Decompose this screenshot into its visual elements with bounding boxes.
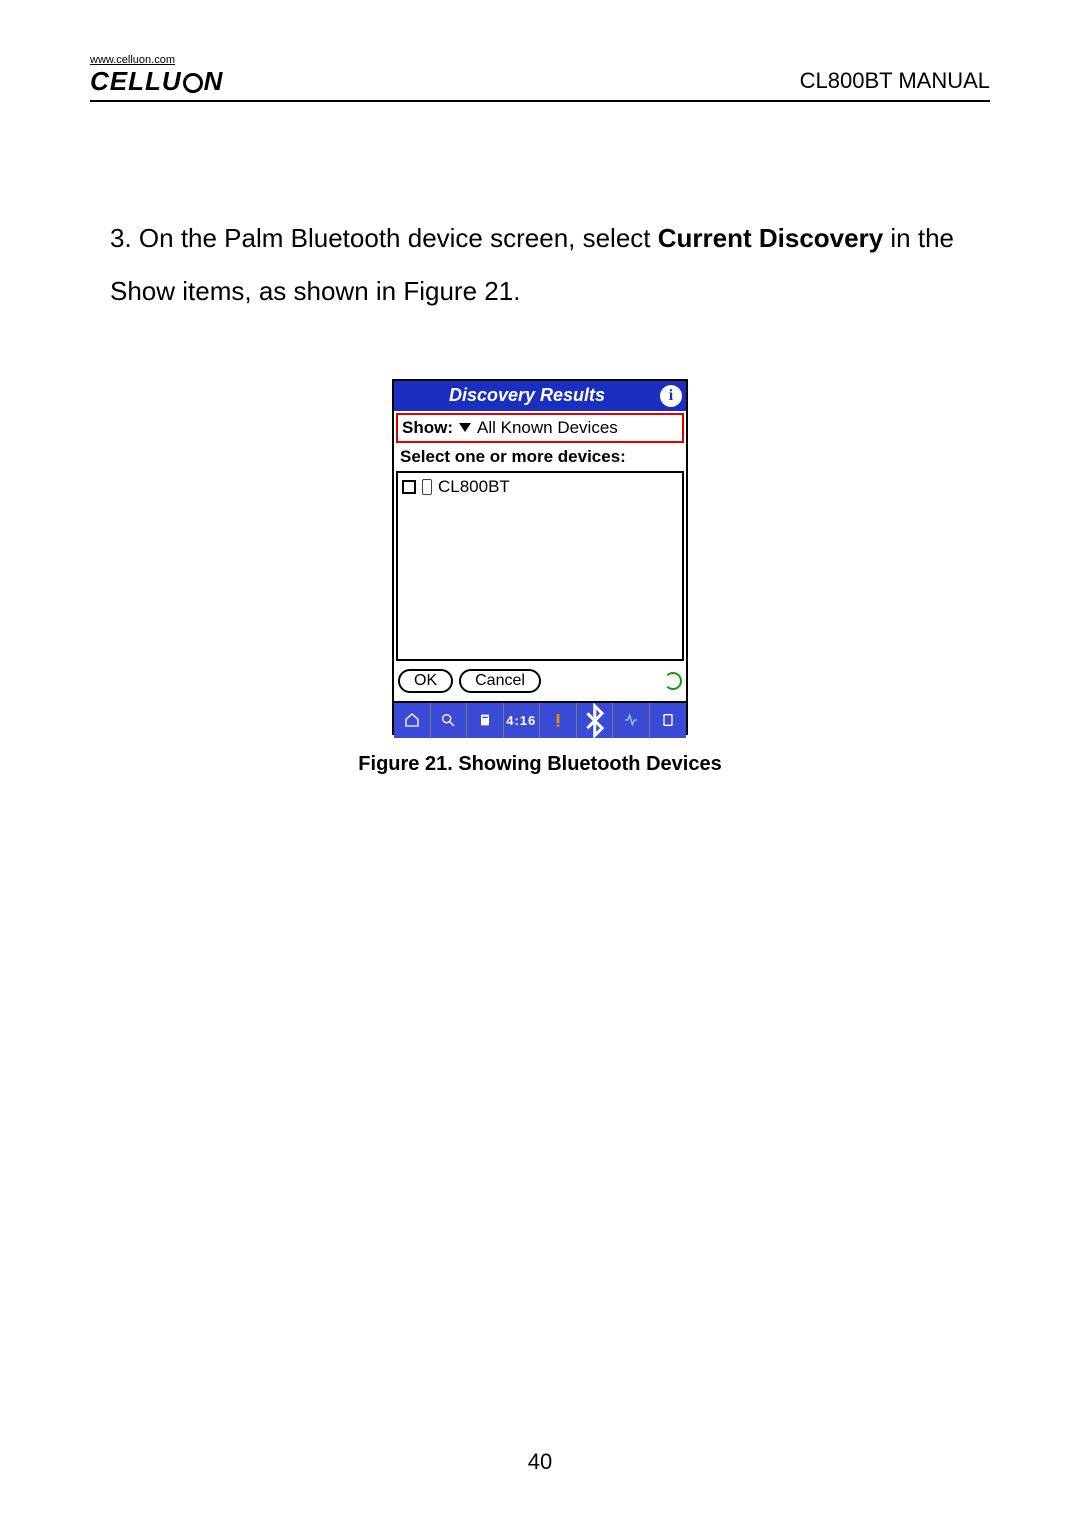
show-dropdown[interactable]: Show: All Known Devices [396, 413, 684, 443]
instruction-bold: Current Discovery [658, 223, 883, 253]
device-row[interactable]: CL800BT [402, 477, 678, 497]
brand-text-right: N [204, 68, 224, 94]
palm-screenshot: Discovery Results i Show: All Known Devi… [392, 379, 688, 735]
select-devices-label: Select one or more devices: [394, 445, 686, 471]
show-value: All Known Devices [477, 418, 618, 438]
brand-ring-icon [183, 73, 203, 93]
palm-system-bar: 4:16 [394, 701, 686, 733]
manual-title: CL800BT MANUAL [800, 68, 990, 94]
page-header: www.celluon.com CELLU N CL800BT MANUAL [90, 55, 990, 102]
cancel-button[interactable]: Cancel [459, 669, 541, 693]
chevron-down-icon [459, 423, 471, 432]
instruction-text: 3. On the Palm Bluetooth device screen, … [110, 212, 970, 319]
bluetooth-icon[interactable] [577, 703, 614, 739]
card-icon[interactable] [650, 703, 687, 739]
brand-url: www.celluon.com [90, 55, 223, 66]
brand-text-left: CELLU [90, 68, 182, 94]
device-list[interactable]: CL800BT [396, 471, 684, 661]
show-label: Show: [402, 418, 453, 438]
home-icon[interactable] [394, 703, 431, 739]
palm-button-row: OK Cancel [394, 661, 686, 701]
brand-logo: www.celluon.com CELLU N [90, 55, 223, 94]
palm-title-bar: Discovery Results i [394, 381, 686, 411]
cancel-button-label: Cancel [475, 672, 525, 690]
ok-button-label: OK [414, 672, 437, 690]
figure-caption: Figure 21. Showing Bluetooth Devices [90, 753, 990, 776]
page-number: 40 [0, 1449, 1080, 1475]
menu-icon[interactable] [467, 703, 504, 739]
brand-wordmark: CELLU N [90, 68, 223, 94]
activity-icon[interactable] [613, 703, 650, 739]
refresh-icon[interactable] [664, 672, 682, 690]
ok-button[interactable]: OK [398, 669, 453, 693]
info-icon[interactable]: i [660, 385, 682, 407]
instruction-prefix: 3. On the Palm Bluetooth device screen, … [110, 223, 658, 253]
device-checkbox[interactable] [402, 480, 416, 494]
device-type-icon [422, 479, 432, 495]
alert-icon[interactable] [540, 703, 577, 739]
device-name: CL800BT [438, 477, 510, 497]
palm-title-text: Discovery Results [394, 385, 660, 406]
search-icon[interactable] [431, 703, 468, 739]
system-time[interactable]: 4:16 [504, 703, 541, 739]
